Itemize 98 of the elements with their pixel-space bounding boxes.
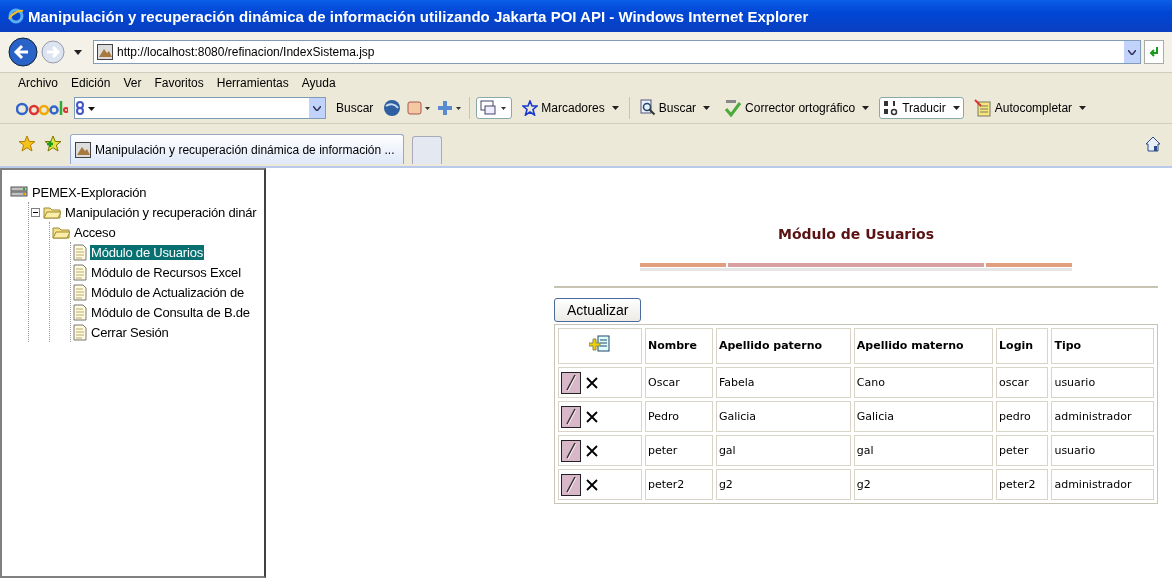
table-cell: g2 bbox=[853, 469, 994, 500]
table-cell: Galicia bbox=[715, 401, 851, 432]
table-cell: peter2 bbox=[645, 469, 713, 500]
column-header: Login bbox=[996, 328, 1049, 364]
url-text: http://localhost:8080/refinacion/IndexSistema.jsp bbox=[117, 45, 376, 59]
document-icon bbox=[73, 323, 87, 341]
edit-button[interactable] bbox=[561, 371, 581, 394]
window-title: Manipulación y recuperación dinámica de información utilizando Jakarta POI API - Windows Internet Explorer bbox=[28, 7, 809, 25]
menu-item[interactable]: Archivo bbox=[18, 76, 58, 90]
document-icon bbox=[73, 303, 87, 321]
table-cell: pedro bbox=[996, 401, 1049, 432]
table-cell: Pedro bbox=[645, 401, 713, 432]
tree-item[interactable]: Módulo de Recursos Excel bbox=[90, 264, 242, 280]
google-logo-icon bbox=[16, 99, 68, 117]
table-cell: administrador bbox=[1051, 469, 1154, 500]
table-cell: peter2 bbox=[996, 469, 1049, 500]
edit-button[interactable] bbox=[561, 473, 581, 496]
column-header: Apellido materno bbox=[853, 328, 994, 364]
tree-item[interactable]: Módulo de Usuarios bbox=[90, 244, 205, 260]
server-icon bbox=[10, 185, 28, 199]
translate-icon bbox=[883, 99, 900, 117]
toolbar-button[interactable]: Marcadores bbox=[518, 98, 623, 118]
table-cell: gal bbox=[853, 435, 994, 466]
table-cell: gal bbox=[715, 435, 851, 466]
table-cell: peter bbox=[996, 435, 1049, 466]
edit-button[interactable] bbox=[561, 405, 581, 428]
column-header: Apellido paterno bbox=[715, 328, 851, 364]
arrow-icon bbox=[1149, 46, 1159, 58]
document-icon bbox=[73, 263, 87, 281]
star-icon bbox=[522, 100, 539, 116]
table-cell: administrador bbox=[1051, 401, 1154, 432]
column-header: Tipo bbox=[1051, 328, 1154, 364]
delete-icon[interactable] bbox=[585, 477, 599, 492]
table-cell: peter bbox=[645, 435, 713, 466]
browser-logo-icon bbox=[8, 8, 24, 24]
menu-item[interactable]: Ver bbox=[123, 76, 142, 90]
search-button[interactable]: Buscar bbox=[332, 99, 378, 117]
folder-icon bbox=[43, 205, 61, 219]
menu-item[interactable]: Edición bbox=[71, 76, 111, 90]
table-cell: g2 bbox=[715, 469, 851, 500]
folder-icon bbox=[52, 225, 70, 239]
page-icon bbox=[97, 44, 113, 60]
toolbar-button[interactable]: Corrector ortográfico bbox=[720, 97, 874, 119]
document-icon bbox=[73, 283, 87, 301]
go-button[interactable] bbox=[1144, 40, 1164, 64]
page-heading: Módulo de Usuarios bbox=[778, 226, 934, 242]
notepad-icon bbox=[973, 99, 992, 117]
add-record-icon[interactable] bbox=[589, 335, 611, 354]
delete-icon[interactable] bbox=[585, 443, 599, 458]
table-cell: usuario bbox=[1051, 435, 1154, 466]
tree-item[interactable]: Acceso bbox=[73, 224, 117, 240]
collapse-icon[interactable] bbox=[31, 207, 40, 217]
page-icon bbox=[75, 141, 91, 158]
tree-item[interactable]: Cerrar Sesión bbox=[90, 324, 170, 340]
table-cell: usuario bbox=[1051, 367, 1154, 398]
back-button[interactable] bbox=[8, 37, 38, 67]
menu-item[interactable]: Ayuda bbox=[301, 76, 336, 90]
menu-item[interactable]: Herramientas bbox=[216, 76, 289, 90]
check-mark-icon bbox=[724, 99, 743, 117]
delete-icon[interactable] bbox=[585, 375, 599, 390]
home-icon[interactable] bbox=[1144, 135, 1162, 153]
toolbar-button[interactable]: Traducir bbox=[879, 97, 964, 119]
table-cell: oscar bbox=[996, 367, 1049, 398]
caret-icon bbox=[1079, 106, 1087, 110]
table-cell: Cano bbox=[853, 367, 994, 398]
search-field[interactable] bbox=[74, 97, 326, 119]
edit-button[interactable] bbox=[561, 439, 581, 462]
tree-item[interactable]: PEMEX-Exploración bbox=[31, 184, 148, 200]
tree-item[interactable]: Manipulación y recuperación dinár bbox=[64, 204, 258, 220]
caret-icon bbox=[952, 106, 960, 110]
caret-icon bbox=[862, 106, 870, 110]
delete-icon[interactable] bbox=[585, 409, 599, 424]
dropdown-caret-icon[interactable] bbox=[1124, 41, 1140, 63]
toolbar-button[interactable]: Buscar bbox=[635, 97, 715, 119]
dropdown-caret-icon[interactable] bbox=[309, 98, 325, 118]
caret-icon bbox=[611, 106, 619, 110]
menu-item[interactable]: Favoritos bbox=[154, 76, 204, 90]
document-icon bbox=[73, 243, 87, 261]
dropdown-caret-icon[interactable] bbox=[74, 49, 82, 55]
caret-icon bbox=[703, 106, 711, 110]
screen-button[interactable] bbox=[476, 97, 513, 119]
google-g-icon[interactable] bbox=[75, 100, 97, 116]
globe-icon[interactable] bbox=[383, 99, 402, 117]
search-icon bbox=[639, 99, 656, 117]
browser-tab[interactable]: Manipulación y recuperación dinámica de información ... bbox=[70, 134, 404, 164]
address-field[interactable]: http://localhost:8080/refinacion/IndexSistema.jsp bbox=[93, 40, 1141, 64]
tree-item[interactable]: Módulo de Consulta de B.de bbox=[90, 304, 251, 320]
popup-blocker-icon[interactable] bbox=[407, 100, 432, 116]
tree-item[interactable]: Módulo de Actualización de bbox=[90, 284, 246, 300]
toolbar-button[interactable]: Autocompletar bbox=[969, 97, 1091, 119]
refresh-button[interactable]: Actualizar bbox=[554, 298, 642, 322]
column-header: Nombre bbox=[645, 328, 713, 364]
table-cell: Oscar bbox=[645, 367, 713, 398]
add-favorite-icon[interactable] bbox=[44, 135, 62, 153]
favorites-star-icon[interactable] bbox=[18, 135, 36, 153]
table-cell: Fabela bbox=[715, 367, 851, 398]
plus-icon[interactable] bbox=[437, 100, 464, 116]
table-cell: Galicia bbox=[853, 401, 994, 432]
